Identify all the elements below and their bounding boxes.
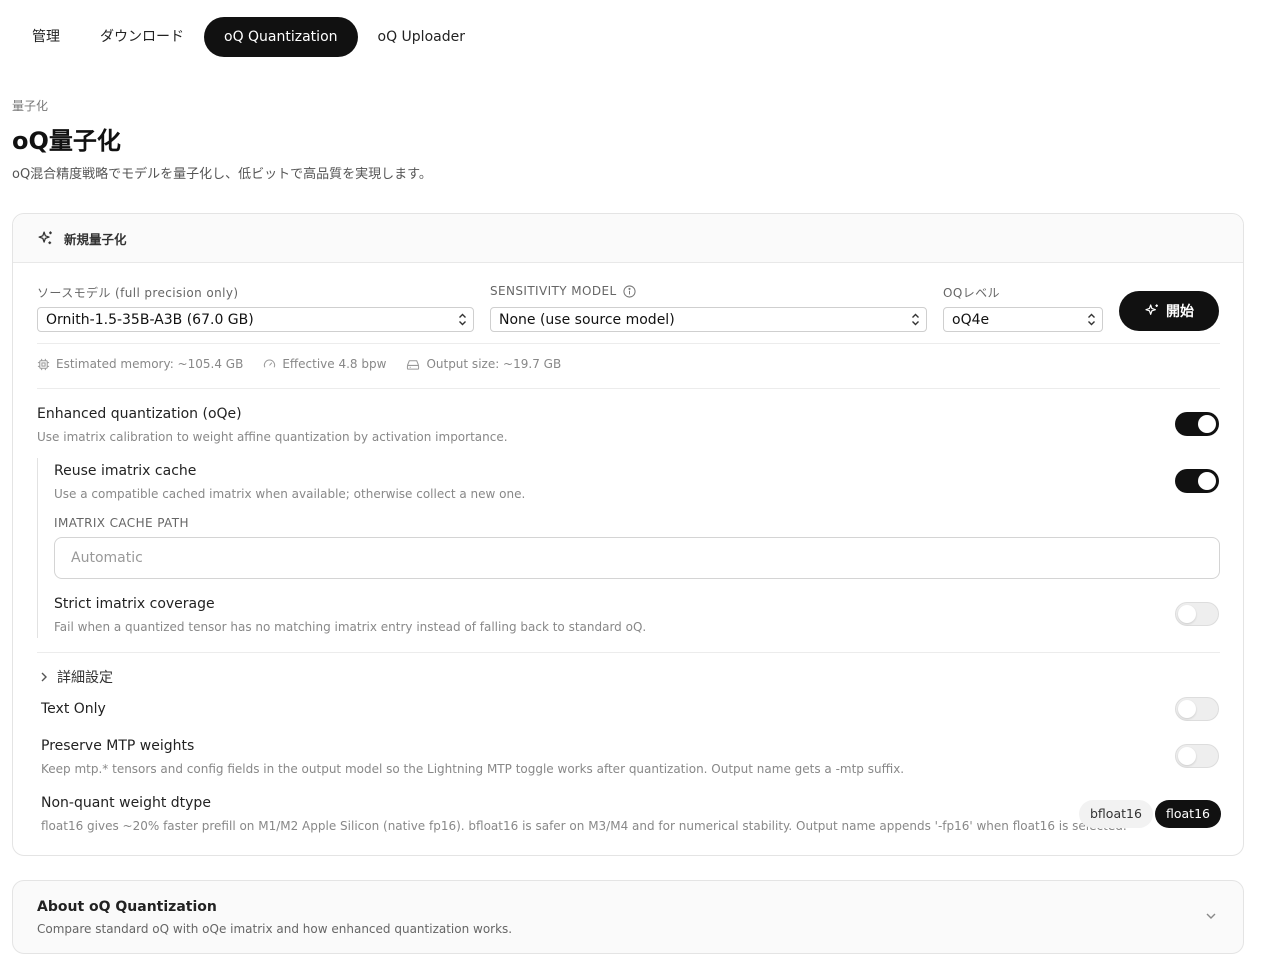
enhanced-quantization-desc: Use imatrix calibration to weight affine… — [37, 430, 508, 444]
about-oq-quantization-panel[interactable]: About oQ Quantization Compare standard o… — [12, 880, 1244, 954]
card-title: 新規量子化 — [64, 231, 127, 247]
tab-oq-quantization[interactable]: oQ Quantization — [204, 17, 358, 57]
oq-level-label: OQレベル — [943, 286, 1000, 300]
stat-output: Output size: ~19.7 GB — [406, 357, 561, 371]
preserve-mtp-desc: Keep mtp.* tensors and config fields in … — [41, 762, 905, 776]
estimate-stats: Estimated memory: ~105.4 GB Effective 4.… — [37, 357, 561, 371]
tab-oq-uploader[interactable]: oQ Uploader — [358, 17, 485, 57]
start-button-label: 開始 — [1166, 304, 1194, 320]
dtype-option-float16[interactable]: float16 — [1155, 800, 1221, 828]
sparkles-icon — [1145, 304, 1158, 315]
chevron-right-icon — [41, 672, 47, 682]
new-quantization-card: 新規量子化 ソースモデル (full precision only) Ornit… — [12, 213, 1244, 856]
strict-coverage-desc: Fail when a quantized tensor has no matc… — [54, 620, 647, 634]
select-chevron-icon — [912, 313, 919, 326]
advanced-settings-toggle[interactable]: 詳細設定 — [39, 667, 113, 687]
source-model-select[interactable]: Ornith-1.5-35B-A3B (67.0 GB) — [37, 307, 474, 332]
about-title: About oQ Quantization — [37, 899, 217, 915]
sensitivity-model-label: SENSITIVITY MODEL — [490, 284, 617, 298]
select-chevron-icon — [1088, 313, 1095, 326]
stat-bpw-text: Effective 4.8 bpw — [282, 357, 387, 371]
info-icon[interactable] — [622, 284, 636, 298]
oq-level-value: oQ4e — [952, 311, 990, 328]
sparkles-icon — [38, 230, 52, 244]
tab-download[interactable]: ダウンロード — [80, 17, 204, 57]
preserve-mtp-title: Preserve MTP weights — [41, 738, 195, 754]
cache-path-label: IMATRIX CACHE PATH — [54, 516, 189, 530]
hard-drive-icon — [407, 359, 420, 370]
divider — [37, 343, 1220, 344]
strict-coverage-toggle[interactable] — [1175, 602, 1219, 626]
tab-manage[interactable]: 管理 — [12, 17, 80, 57]
card-header: 新規量子化 — [13, 214, 1243, 263]
advanced-settings-label: 詳細設定 — [57, 670, 113, 686]
reuse-cache-toggle[interactable] — [1175, 469, 1219, 493]
stat-memory-text: Estimated memory: ~105.4 GB — [56, 357, 244, 371]
stat-bpw: Effective 4.8 bpw — [263, 357, 386, 371]
sensitivity-model-select[interactable]: None (use source model) — [490, 307, 927, 332]
chip-icon — [37, 358, 50, 370]
section-eyebrow: 量子化 — [12, 99, 49, 113]
start-button[interactable]: 開始 — [1119, 291, 1219, 331]
dtype-title: Non-quant weight dtype — [41, 795, 211, 811]
sensitivity-model-label-row: SENSITIVITY MODEL — [490, 284, 636, 298]
preserve-mtp-toggle[interactable] — [1175, 744, 1219, 768]
tab-bar: 管理 ダウンロード oQ Quantization oQ Uploader — [12, 17, 485, 57]
reuse-cache-desc: Use a compatible cached imatrix when ava… — [54, 487, 526, 501]
stat-memory: Estimated memory: ~105.4 GB — [37, 357, 243, 371]
select-chevron-icon — [459, 313, 466, 326]
reuse-cache-title: Reuse imatrix cache — [54, 463, 197, 479]
dtype-option-bfloat16[interactable]: bfloat16 — [1079, 800, 1153, 828]
enhanced-quantization-toggle[interactable] — [1175, 412, 1219, 436]
chevron-down-icon — [1206, 913, 1216, 919]
page-description: oQ混合精度戦略でモデルを量子化し、低ビットで高品質を実現します。 — [12, 167, 432, 182]
source-model-value: Ornith-1.5-35B-A3B (67.0 GB) — [46, 311, 254, 328]
source-model-label: ソースモデル (full precision only) — [37, 286, 239, 300]
sensitivity-model-value: None (use source model) — [499, 311, 675, 328]
oq-level-select[interactable]: oQ4e — [943, 307, 1103, 332]
enhanced-quantization-title: Enhanced quantization (oQe) — [37, 406, 242, 422]
indent-guide — [37, 458, 38, 638]
dtype-desc: float16 gives ~20% faster prefill on M1/… — [41, 819, 1127, 833]
page-title: oQ量子化 — [12, 127, 121, 155]
text-only-title: Text Only — [41, 701, 106, 717]
gauge-icon — [264, 359, 276, 367]
stat-output-text: Output size: ~19.7 GB — [426, 357, 562, 371]
divider — [37, 652, 1220, 653]
strict-coverage-title: Strict imatrix coverage — [54, 596, 215, 612]
divider — [37, 388, 1220, 389]
about-desc: Compare standard oQ with oQe imatrix and… — [37, 922, 513, 936]
cache-path-input[interactable] — [54, 537, 1220, 579]
text-only-toggle[interactable] — [1175, 697, 1219, 721]
